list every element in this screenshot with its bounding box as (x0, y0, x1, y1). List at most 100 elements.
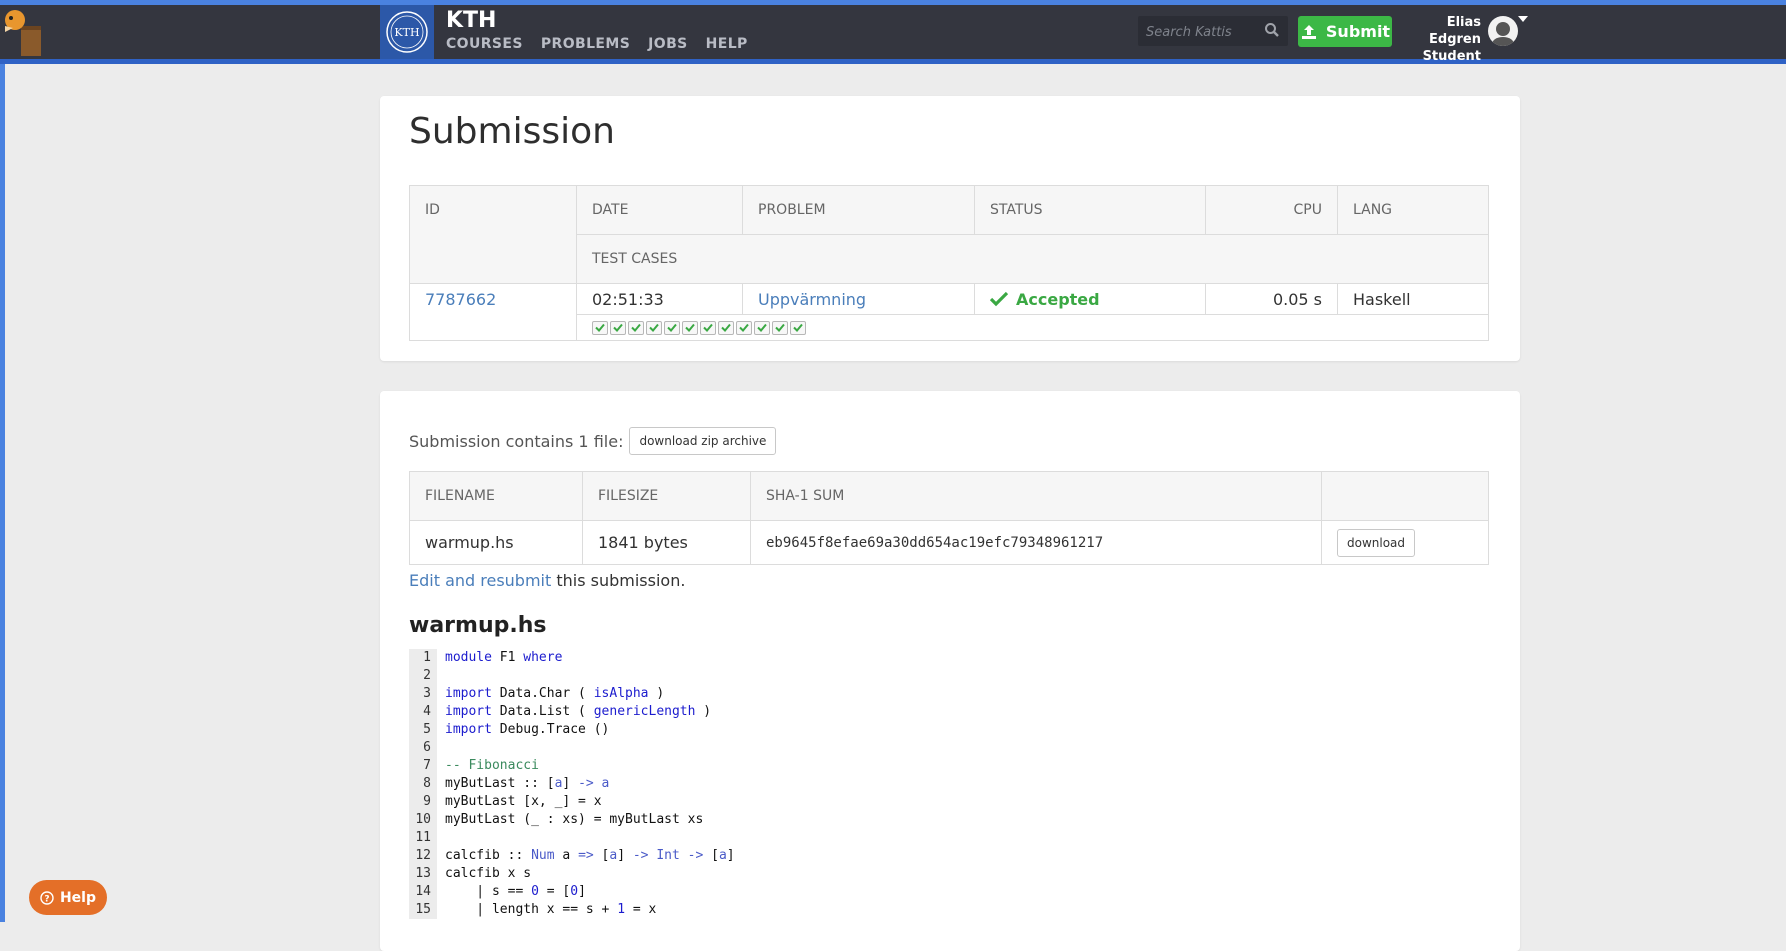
code-text: myButLast [x, _] = x (445, 794, 602, 809)
line-number: 5 (409, 721, 437, 739)
top-navbar: KTH KTH COURSES PROBLEMS JOBS HELP Submi… (0, 0, 1786, 64)
submission-card: Submission ID DATE PROBLEM STATUS CPU LA… (380, 96, 1520, 361)
code-line: 6 (409, 739, 1489, 757)
code-line: 1 module F1 where (409, 649, 1489, 667)
nav-problems[interactable]: PROBLEMS (541, 36, 630, 52)
brand-name[interactable]: KTH (446, 8, 496, 33)
code-text: import Data.Char ( isAlpha ) (445, 686, 665, 701)
file-name: warmup.hs (410, 521, 583, 564)
code-line: 13 calcfib x s (409, 865, 1489, 883)
line-number: 9 (409, 793, 437, 811)
code-line: 11 (409, 829, 1489, 847)
help-circle-icon: ? (40, 890, 54, 905)
line-number: 12 (409, 847, 437, 865)
col-filesize: FILESIZE (583, 472, 751, 521)
col-lang: LANG (1338, 186, 1488, 235)
line-number: 4 (409, 703, 437, 721)
nav-help[interactable]: HELP (706, 36, 748, 52)
submission-table: ID DATE PROBLEM STATUS CPU LANG TEST CAS… (409, 185, 1489, 341)
code-text: myButLast :: [a] -> a (445, 776, 610, 791)
checkmark-icon (775, 323, 785, 332)
code-line: 10 myButLast (_ : xs) = myButLast xs (409, 811, 1489, 829)
col-date: DATE (577, 186, 743, 235)
test-case-indicator[interactable] (700, 320, 716, 335)
help-button[interactable]: ? Help (29, 880, 107, 915)
checkmark-icon (613, 323, 623, 332)
download-file-button[interactable]: download (1337, 528, 1416, 557)
test-case-indicator[interactable] (718, 320, 734, 335)
test-case-indicator[interactable] (664, 320, 680, 335)
files-count-text: Submission contains 1 file: (409, 431, 624, 451)
download-zip-button[interactable]: download zip archive (629, 427, 777, 455)
avatar[interactable] (1488, 16, 1518, 46)
checkmark-icon (721, 323, 731, 332)
code-line: 4 import Data.List ( genericLength ) (409, 703, 1489, 721)
files-table: FILENAME FILESIZE SHA-1 SUM warmup.hs 18… (409, 471, 1489, 565)
test-case-indicator[interactable] (628, 320, 644, 335)
nav-jobs[interactable]: JOBS (648, 36, 687, 52)
resubmit-suffix: this submission. (551, 571, 686, 590)
code-text: | s == 0 = [0] (445, 884, 586, 899)
code-line: 9 myButLast [x, _] = x (409, 793, 1489, 811)
checkmark-icon (703, 323, 713, 332)
files-card: Submission contains 1 file: download zip… (380, 391, 1520, 951)
search-input[interactable] (1138, 16, 1266, 48)
main-nav: COURSES PROBLEMS JOBS HELP (446, 36, 748, 52)
line-number: 8 (409, 775, 437, 793)
col-test-cases: TEST CASES (577, 235, 1488, 284)
line-number: 2 (409, 667, 437, 685)
search-icon[interactable] (1264, 22, 1280, 38)
line-number: 6 (409, 739, 437, 757)
user-avatar-icon (1492, 22, 1514, 46)
user-menu-caret-icon[interactable] (1518, 16, 1528, 22)
col-sha: SHA-1 SUM (751, 472, 1322, 521)
kth-crest-icon: KTH (386, 11, 428, 53)
line-number: 7 (409, 757, 437, 775)
test-case-indicator[interactable] (592, 320, 608, 335)
window-edge (0, 0, 5, 922)
submit-label: Submit (1325, 22, 1391, 41)
test-case-indicator[interactable] (682, 320, 698, 335)
line-number: 1 (409, 649, 437, 667)
line-number: 3 (409, 685, 437, 703)
test-case-indicator[interactable] (790, 320, 806, 335)
col-filename: FILENAME (410, 472, 583, 521)
code-text: | length x == s + 1 = x (445, 902, 657, 917)
test-case-indicator[interactable] (646, 320, 662, 335)
status-badge: Accepted (1016, 289, 1100, 309)
page-title: Submission (409, 111, 615, 152)
kattis-mascot-icon (5, 10, 41, 56)
submit-button[interactable]: Submit (1298, 16, 1392, 47)
col-status: STATUS (975, 186, 1206, 235)
kth-logo[interactable]: KTH (380, 5, 434, 59)
test-case-indicator[interactable] (610, 320, 626, 335)
submission-cpu: 0.05 s (1206, 284, 1338, 315)
edit-resubmit-link[interactable]: Edit and resubmit (409, 571, 551, 590)
submission-date: 02:51:33 (577, 284, 743, 315)
code-line: 15 | length x == s + 1 = x (409, 901, 1489, 919)
problem-link[interactable]: Uppvärmning (758, 290, 866, 309)
checkmark-icon (793, 323, 803, 332)
line-number: 13 (409, 865, 437, 883)
code-line: 8 myButLast :: [a] -> a (409, 775, 1489, 793)
code-text: import Debug.Trace () (445, 722, 610, 737)
resubmit-text: Edit and resubmit this submission. (409, 571, 685, 590)
col-cpu: CPU (1206, 186, 1338, 235)
test-case-indicator[interactable] (736, 320, 752, 335)
code-line: 3 import Data.Char ( isAlpha ) (409, 685, 1489, 703)
col-id: ID (410, 186, 577, 284)
nav-courses[interactable]: COURSES (446, 36, 523, 52)
code-line: 7 -- Fibonacci (409, 757, 1489, 775)
files-summary: Submission contains 1 file: download zip… (409, 427, 777, 455)
submission-id-link[interactable]: 7787662 (425, 290, 496, 309)
user-role: Student (1422, 49, 1481, 64)
user-info[interactable]: Elias Edgren Student (1395, 14, 1481, 65)
test-case-indicator[interactable] (772, 320, 788, 335)
user-name: Elias Edgren (1429, 15, 1481, 47)
line-number: 14 (409, 883, 437, 901)
checkmark-icon (685, 323, 695, 332)
code-text: -- Fibonacci (445, 758, 539, 773)
test-case-indicator[interactable] (754, 320, 770, 335)
code-line: 2 (409, 667, 1489, 685)
